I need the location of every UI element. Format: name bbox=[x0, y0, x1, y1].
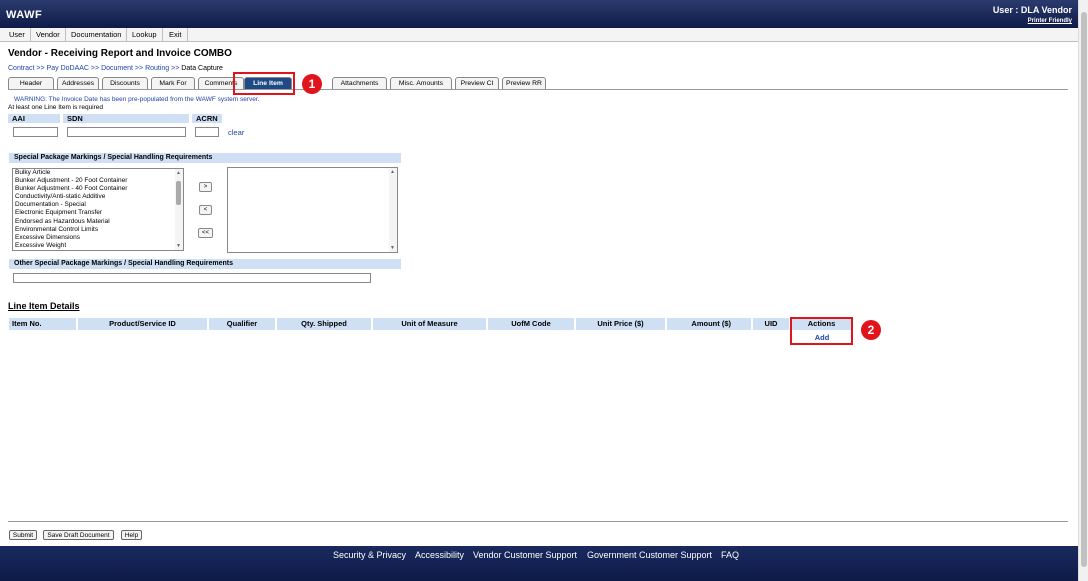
footer-accessibility-link[interactable]: Accessibility bbox=[415, 550, 464, 560]
list-scrollbar[interactable]: ▲ ▼ bbox=[175, 169, 183, 250]
callout-badge-1: 1 bbox=[302, 74, 322, 94]
required-note: At least one Line Item is required bbox=[8, 104, 104, 111]
user-info: User : DLA Vendor Printer Friendly bbox=[993, 5, 1072, 24]
tab-attachments[interactable]: Attachments bbox=[332, 77, 387, 89]
scroll-up-icon[interactable]: ▲ bbox=[176, 170, 181, 176]
menu-lookup[interactable]: Lookup bbox=[127, 28, 163, 42]
list-item[interactable]: Bunker Adjustment - 40 Foot Container bbox=[13, 185, 183, 193]
sdn-label: SDN bbox=[63, 114, 189, 123]
list-item[interactable]: Conductivity/Anti-static Additive bbox=[13, 193, 183, 201]
footer-bar: Security & Privacy Accessibility Vendor … bbox=[0, 546, 1078, 581]
list-item[interactable]: Bulky Article bbox=[13, 169, 183, 177]
list-scroll-thumb[interactable] bbox=[176, 181, 181, 205]
scroll-down-icon[interactable]: ▼ bbox=[176, 243, 181, 249]
column-header-qty-shipped: Qty. Shipped bbox=[277, 318, 371, 330]
sdn-input[interactable] bbox=[67, 127, 186, 137]
breadcrumb-current: Data Capture bbox=[181, 65, 223, 72]
warning-text: WARNING: The Invoice Date has been pre-p… bbox=[14, 96, 260, 103]
list-item[interactable]: Documentation - Special bbox=[13, 201, 183, 209]
actions-column-highlight bbox=[790, 317, 853, 345]
page-scrollbar[interactable] bbox=[1078, 0, 1088, 581]
other-special-package-input[interactable] bbox=[13, 273, 371, 283]
tab-discounts[interactable]: Discounts bbox=[102, 77, 148, 89]
footer-security-privacy-link[interactable]: Security & Privacy bbox=[333, 550, 406, 560]
column-header-amount: Amount ($) bbox=[667, 318, 751, 330]
tab-preview-rr[interactable]: Preview RR bbox=[502, 77, 546, 89]
list-scrollbar[interactable]: ▲ ▼ bbox=[389, 168, 397, 252]
tab-addresses[interactable]: Addresses bbox=[57, 77, 99, 89]
move-right-button[interactable]: > bbox=[199, 182, 212, 192]
tab-mark-for[interactable]: Mark For bbox=[151, 77, 195, 89]
bottom-divider bbox=[8, 521, 1068, 522]
tab-bar: Header Addresses Discounts Mark For Comm… bbox=[8, 77, 1068, 90]
column-header-unit-price: Unit Price ($) bbox=[576, 318, 665, 330]
list-item[interactable]: Bunker Adjustment - 20 Foot Container bbox=[13, 177, 183, 185]
top-header-bar: WAWF User : DLA Vendor Printer Friendly bbox=[0, 0, 1078, 28]
acrn-label: ACRN bbox=[192, 114, 222, 123]
breadcrumb: Contract >> Pay DoDAAC >> Document >> Ro… bbox=[8, 65, 223, 72]
clear-link[interactable]: clear bbox=[228, 128, 244, 137]
acrn-input[interactable] bbox=[195, 127, 219, 137]
special-package-selected-list[interactable]: ▲ ▼ bbox=[227, 167, 398, 253]
tab-misc-amounts[interactable]: Misc. Amounts bbox=[390, 77, 452, 89]
tab-preview-ci[interactable]: Preview CI bbox=[455, 77, 499, 89]
tab-header[interactable]: Header bbox=[8, 77, 54, 89]
footer-government-support-link[interactable]: Government Customer Support bbox=[587, 550, 712, 560]
callout-badge-2: 2 bbox=[861, 320, 881, 340]
aai-label: AAI bbox=[8, 114, 60, 123]
menu-user[interactable]: User bbox=[4, 28, 31, 42]
list-item[interactable]: Endorsed as Hazardous Material bbox=[13, 218, 183, 226]
move-left-button[interactable]: < bbox=[199, 205, 212, 215]
user-label: User : DLA Vendor bbox=[992, 5, 1072, 15]
line-item-tab-highlight bbox=[233, 72, 295, 95]
column-header-uofm-code: UofM Code bbox=[488, 318, 574, 330]
move-all-left-button[interactable]: << bbox=[198, 228, 213, 238]
breadcrumb-contract[interactable]: Contract bbox=[8, 65, 34, 72]
column-header-qualifier: Qualifier bbox=[209, 318, 275, 330]
breadcrumb-separator: >> bbox=[90, 65, 100, 72]
menu-bar: User Vendor Documentation Lookup Exit bbox=[0, 28, 1078, 42]
special-package-header: Special Package Markings / Special Handl… bbox=[9, 153, 401, 163]
footer-vendor-support-link[interactable]: Vendor Customer Support bbox=[473, 550, 577, 560]
column-header-item-no: Item No. bbox=[9, 318, 76, 330]
scroll-down-icon[interactable]: ▼ bbox=[390, 245, 395, 251]
page-title: Vendor - Receiving Report and Invoice CO… bbox=[8, 48, 232, 59]
breadcrumb-routing[interactable]: Routing bbox=[145, 65, 169, 72]
breadcrumb-document[interactable]: Document bbox=[101, 65, 133, 72]
special-package-available-list[interactable]: Bulky Article Bunker Adjustment - 20 Foo… bbox=[12, 168, 184, 251]
scroll-up-icon[interactable]: ▲ bbox=[390, 169, 395, 175]
menu-documentation[interactable]: Documentation bbox=[66, 28, 128, 42]
column-header-unit-of-measure: Unit of Measure bbox=[373, 318, 486, 330]
menu-exit[interactable]: Exit bbox=[164, 28, 188, 42]
printer-friendly-link[interactable]: Printer Friendly bbox=[993, 18, 1072, 24]
breadcrumb-separator: >> bbox=[134, 65, 144, 72]
line-item-details-title: Line Item Details bbox=[8, 301, 80, 311]
breadcrumb-separator: >> bbox=[171, 65, 180, 72]
footer-faq-link[interactable]: FAQ bbox=[721, 550, 739, 560]
list-item[interactable]: Environmental Control Limits bbox=[13, 226, 183, 234]
list-item[interactable]: Excessive Weight bbox=[13, 242, 183, 250]
brand-logo: WAWF bbox=[6, 9, 43, 21]
menu-vendor[interactable]: Vendor bbox=[31, 28, 66, 42]
scrollbar-thumb[interactable] bbox=[1081, 12, 1087, 567]
list-item[interactable]: Excessive Dimensions bbox=[13, 234, 183, 242]
breadcrumb-separator: >> bbox=[36, 65, 45, 72]
other-special-package-header: Other Special Package Markings / Special… bbox=[9, 259, 401, 269]
submit-button[interactable]: Submit bbox=[9, 530, 37, 540]
help-button[interactable]: Help bbox=[121, 530, 142, 540]
breadcrumb-pay-dodaac[interactable]: Pay DoDAAC bbox=[47, 65, 89, 72]
column-header-product-service-id: Product/Service ID bbox=[78, 318, 207, 330]
column-header-uid: UID bbox=[753, 318, 789, 330]
aai-input[interactable] bbox=[13, 127, 58, 137]
list-item[interactable]: Electronic Equipment Transfer bbox=[13, 209, 183, 217]
save-draft-button[interactable]: Save Draft Document bbox=[43, 530, 114, 540]
